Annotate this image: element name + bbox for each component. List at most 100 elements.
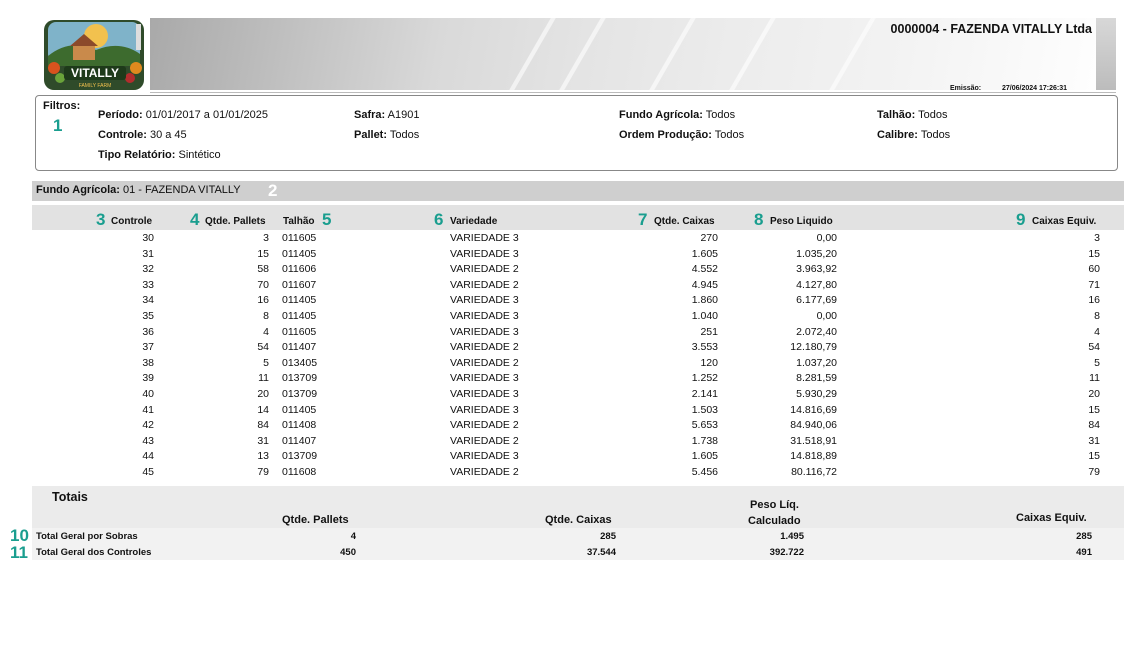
annotation-badge-7: 7 — [638, 210, 648, 229]
col-header-caixas: Qtde. Caixas — [654, 216, 715, 227]
company-name: 0000004 - FAZENDA VITALLY Ltda — [890, 22, 1092, 36]
filter-fundo: Fundo Agrícola: Todos — [619, 109, 735, 121]
cell-equiv: 54 — [1088, 341, 1100, 354]
cell-controle: 41 — [142, 403, 154, 416]
cell-peso: 31.518,91 — [790, 434, 837, 447]
cell-equiv: 11 — [1089, 372, 1100, 385]
filter-tipo-label: Tipo Relatório: — [98, 149, 176, 161]
filters-panel: Filtros: Período: 01/01/2017 a 01/01/202… — [35, 95, 1118, 171]
totals-header-pallets: Qtde. Pallets — [282, 514, 349, 526]
table-row: 36 4 011605 VARIEDADE 3 251 2.072,40 4 — [0, 325, 1136, 341]
cell-controle: 37 — [142, 341, 154, 354]
filter-safra-label: Safra: — [354, 109, 386, 121]
totals-controles-pallets: 450 — [340, 547, 356, 558]
logo-text: VITALLY — [71, 66, 119, 80]
totals-sobras-label: Total Geral por Sobras — [36, 531, 138, 542]
cell-equiv: 71 — [1088, 278, 1100, 291]
cell-talhao: 011608 — [282, 465, 317, 478]
table-row: 38 5 013405 VARIEDADE 2 120 1.037,20 5 — [0, 356, 1136, 372]
totals-title: Totais — [52, 490, 88, 504]
col-header-equiv: Caixas Equiv. — [1032, 216, 1097, 227]
cell-equiv: 15 — [1088, 247, 1100, 260]
filter-ordem-value: Todos — [714, 129, 745, 141]
cell-equiv: 79 — [1088, 465, 1100, 478]
cell-equiv: 84 — [1088, 419, 1100, 432]
annotation-badge-10: 10 — [10, 526, 29, 545]
cell-caixas: 1.605 — [691, 450, 718, 463]
cell-caixas: 270 — [700, 232, 718, 244]
table-row: 40 20 013709 VARIEDADE 3 2.141 5.930,29 20 — [0, 387, 1136, 403]
fund-bar: Fundo Agrícola: 01 - FAZENDA VITALLY — [32, 181, 1124, 201]
cell-talhao: 013709 — [282, 450, 318, 463]
totals-sobras-pallets: 4 — [350, 531, 356, 542]
logo-subtext: FAMILY FARM — [79, 83, 112, 89]
cell-variedade: VARIEDADE 3 — [450, 387, 519, 400]
totals-row-controles: Total Geral dos Controles 450 37.544 392… — [32, 544, 1124, 560]
cell-talhao: 011407 — [282, 434, 317, 447]
cell-talhao: 011405 — [282, 294, 317, 307]
cell-peso: 84.940,06 — [790, 419, 837, 432]
cell-equiv: 15 — [1088, 450, 1100, 463]
cell-pallets: 5 — [263, 356, 269, 369]
table-row: 44 13 013709 VARIEDADE 3 1.605 14.818,89 15 — [0, 449, 1136, 465]
cell-peso: 0,00 — [816, 309, 837, 322]
totals-sobras-caixas: 285 — [600, 531, 616, 542]
cell-controle: 40 — [142, 387, 154, 400]
cell-variedade: VARIEDADE 2 — [450, 434, 519, 447]
totals-header-caixas: Qtde. Caixas — [545, 514, 612, 526]
filter-safra-value: A1901 — [387, 109, 420, 121]
cell-caixas: 4.552 — [691, 263, 718, 276]
filter-fundo-label: Fundo Agrícola: — [619, 109, 703, 121]
filter-safra: Safra: A1901 — [354, 109, 419, 121]
header-edge — [1096, 18, 1116, 90]
cell-caixas: 2.141 — [691, 387, 718, 400]
cell-talhao: 011405 — [282, 403, 317, 416]
cell-peso: 14.816,69 — [790, 403, 837, 416]
cell-pallets: 16 — [257, 294, 269, 307]
cell-equiv: 8 — [1094, 309, 1100, 322]
cell-peso: 80.116,72 — [791, 465, 837, 478]
cell-controle: 34 — [142, 294, 154, 307]
cell-caixas: 1.860 — [691, 294, 718, 307]
cell-variedade: VARIEDADE 3 — [450, 309, 519, 322]
cell-peso: 12.180,79 — [790, 341, 837, 354]
cell-peso: 1.035,20 — [796, 247, 837, 260]
cell-caixas: 251 — [700, 325, 718, 338]
cell-variedade: VARIEDADE 3 — [450, 232, 519, 244]
annotation-badge-8: 8 — [754, 210, 764, 229]
fund-label-value: 01 - FAZENDA VITALLY — [122, 184, 241, 196]
cell-variedade: VARIEDADE 2 — [450, 356, 519, 369]
cell-talhao: 011606 — [282, 263, 317, 276]
cell-pallets: 13 — [257, 450, 269, 463]
annotation-badge-5: 5 — [322, 210, 332, 229]
cell-talhao: 011405 — [282, 247, 317, 260]
cell-pallets: 14 — [257, 403, 269, 416]
cell-equiv: 16 — [1088, 294, 1100, 307]
annotation-badge-2: 2 — [268, 181, 278, 200]
table-row: 41 14 011405 VARIEDADE 3 1.503 14.816,69 15 — [0, 403, 1136, 419]
table-row: 32 58 011606 VARIEDADE 2 4.552 3.963,92 60 — [0, 262, 1136, 278]
filter-pallet-value: Todos — [389, 129, 420, 141]
cell-talhao: 013709 — [282, 387, 318, 400]
cell-equiv: 5 — [1094, 356, 1100, 369]
cell-controle: 32 — [142, 263, 154, 276]
totals-controles-equiv: 491 — [1076, 547, 1092, 558]
cell-variedade: VARIEDADE 3 — [450, 325, 519, 338]
table-row: 43 31 011407 VARIEDADE 2 1.738 31.518,91 31 — [0, 434, 1136, 450]
table-row: 34 16 011405 VARIEDADE 3 1.860 6.177,69 16 — [0, 293, 1136, 309]
cell-variedade: VARIEDADE 2 — [450, 465, 519, 478]
col-header-talhao: Talhão — [283, 216, 315, 227]
col-header-peso: Peso Liquido — [770, 216, 833, 227]
totals-controles-caixas: 37.544 — [586, 547, 616, 558]
cell-peso: 0,00 — [816, 232, 837, 244]
cell-controle: 31 — [142, 247, 154, 260]
cell-variedade: VARIEDADE 3 — [450, 450, 519, 463]
fund-label-key: Fundo Agrícola: — [36, 184, 120, 196]
cell-peso: 8.281,59 — [796, 372, 837, 385]
table-row: 30 3 011605 VARIEDADE 3 270 0,00 3 — [0, 231, 1136, 247]
cell-caixas: 3.553 — [691, 341, 718, 354]
cell-peso: 2.072,40 — [796, 325, 837, 338]
cell-peso: 3.963,92 — [796, 263, 837, 276]
cell-variedade: VARIEDADE 2 — [450, 419, 519, 432]
filter-periodo-label: Período: — [98, 109, 143, 121]
